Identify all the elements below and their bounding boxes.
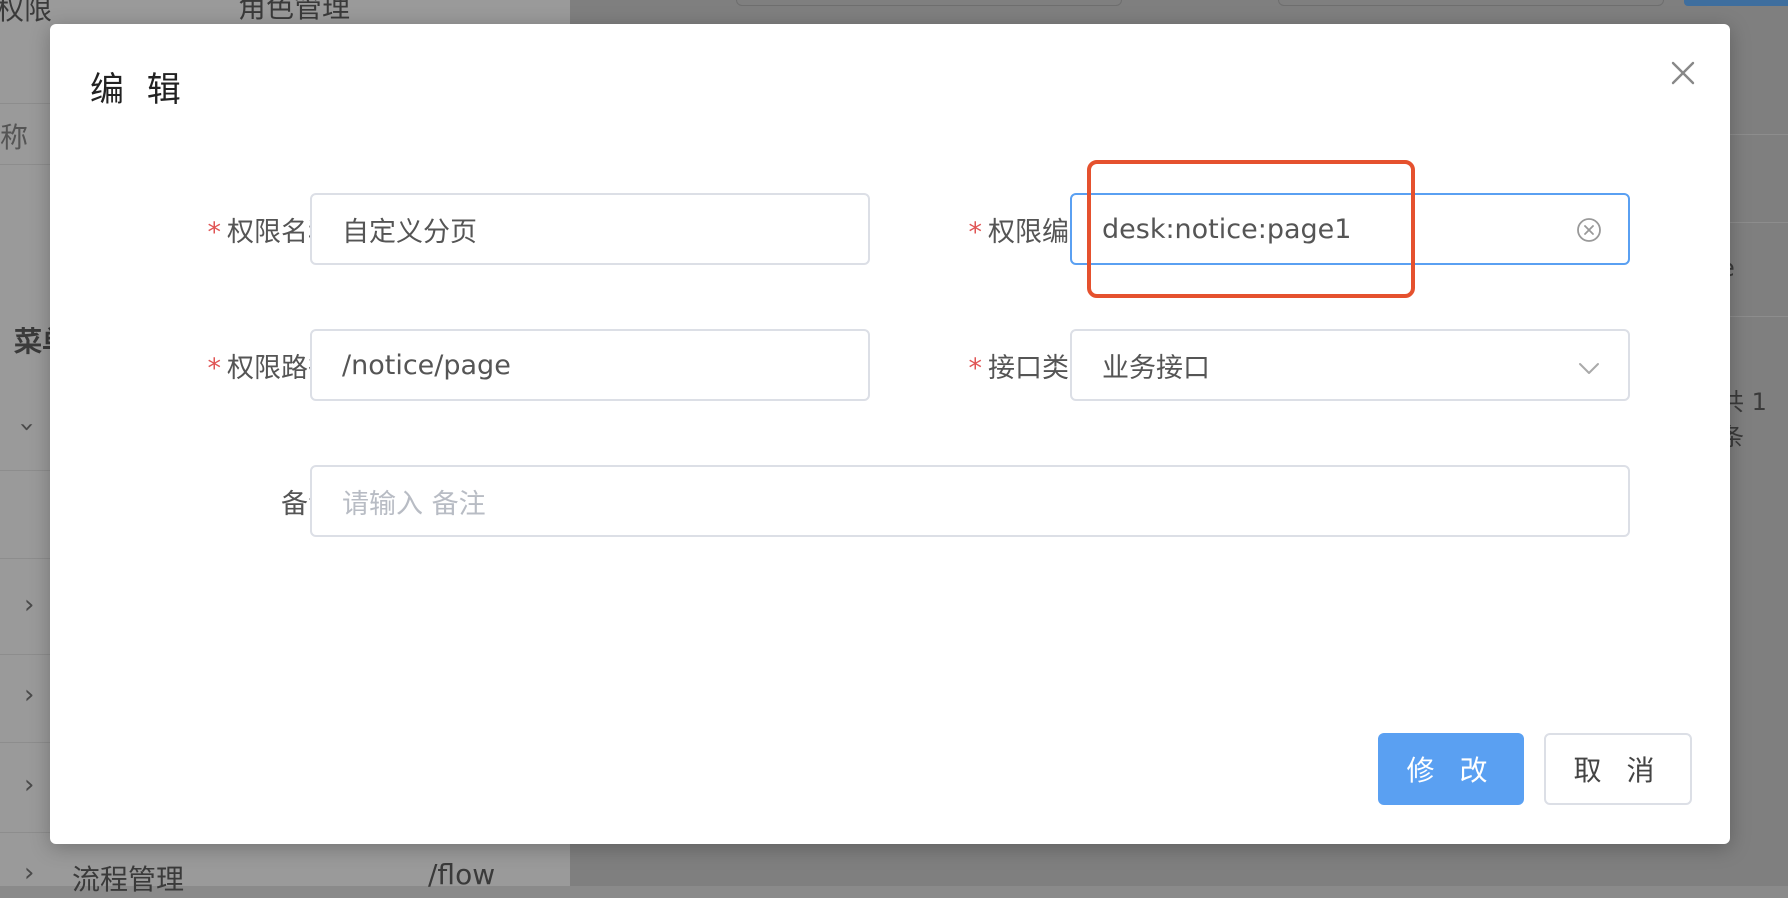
circle-x-icon[interactable] — [1576, 217, 1602, 243]
perm-name-value: 自定义分页 — [342, 216, 477, 248]
chevron-down-icon — [1579, 363, 1599, 374]
bg-divider — [1720, 222, 1788, 223]
bg-divider — [1720, 134, 1788, 135]
perm-name-label: * 权限名称 — [155, 210, 336, 249]
perm-name-input[interactable]: 自定义分页 — [310, 193, 870, 265]
perm-path-label: * 权限路径 — [155, 346, 336, 385]
perm-code-input[interactable]: desk:notice:page1 — [1070, 193, 1630, 265]
perm-code-label: * 权限编号 — [916, 210, 1097, 249]
bg-search-input — [1278, 0, 1664, 6]
required-mark: * — [968, 217, 983, 248]
perm-code-value: desk:notice:page1 — [1102, 213, 1352, 245]
perm-path-value: /notice/page — [342, 349, 511, 381]
cancel-button[interactable]: 取 消 — [1544, 733, 1692, 805]
required-mark: * — [207, 353, 222, 384]
bg-menu-item: 流程管理 — [72, 863, 185, 896]
chevron-right-icon: › — [24, 680, 35, 710]
edit-dialog: 编 辑 * 权限名称 自定义分页 * 权限编号 desk:notice:page1 … — [50, 24, 1730, 844]
api-type-label: * 接口类型 — [916, 346, 1097, 385]
chevron-right-icon: › — [24, 858, 35, 888]
api-type-select[interactable]: 业务接口 — [1070, 329, 1630, 401]
close-icon — [1671, 61, 1695, 85]
remark-label: 备注 — [155, 482, 335, 521]
bg-menu-path: /flow — [428, 858, 496, 891]
bg-tab-label: 权限 — [0, 0, 53, 26]
required-mark: * — [207, 217, 222, 248]
bg-pagination-total: 共 1 条 — [1720, 388, 1767, 451]
close-button[interactable] — [1666, 56, 1700, 90]
perm-path-input[interactable]: /notice/page — [310, 329, 870, 401]
bg-search-input — [736, 0, 1122, 6]
bg-tab-label: 角色管理 — [238, 0, 351, 24]
dialog-title: 编 辑 — [90, 70, 187, 110]
required-mark: * — [968, 353, 983, 384]
chevron-right-icon: › — [24, 590, 35, 620]
bg-divider — [1720, 316, 1788, 317]
api-type-value: 业务接口 — [1102, 352, 1210, 384]
bg-column-header: 称 — [0, 121, 29, 154]
remark-placeholder: 请输入 备注 — [342, 488, 486, 520]
chevron-right-icon: › — [24, 770, 35, 800]
remark-input[interactable]: 请输入 备注 — [310, 465, 1630, 537]
chevron-down-icon: › — [12, 421, 43, 433]
submit-button[interactable]: 修 改 — [1378, 733, 1524, 805]
bg-button — [1684, 0, 1788, 6]
